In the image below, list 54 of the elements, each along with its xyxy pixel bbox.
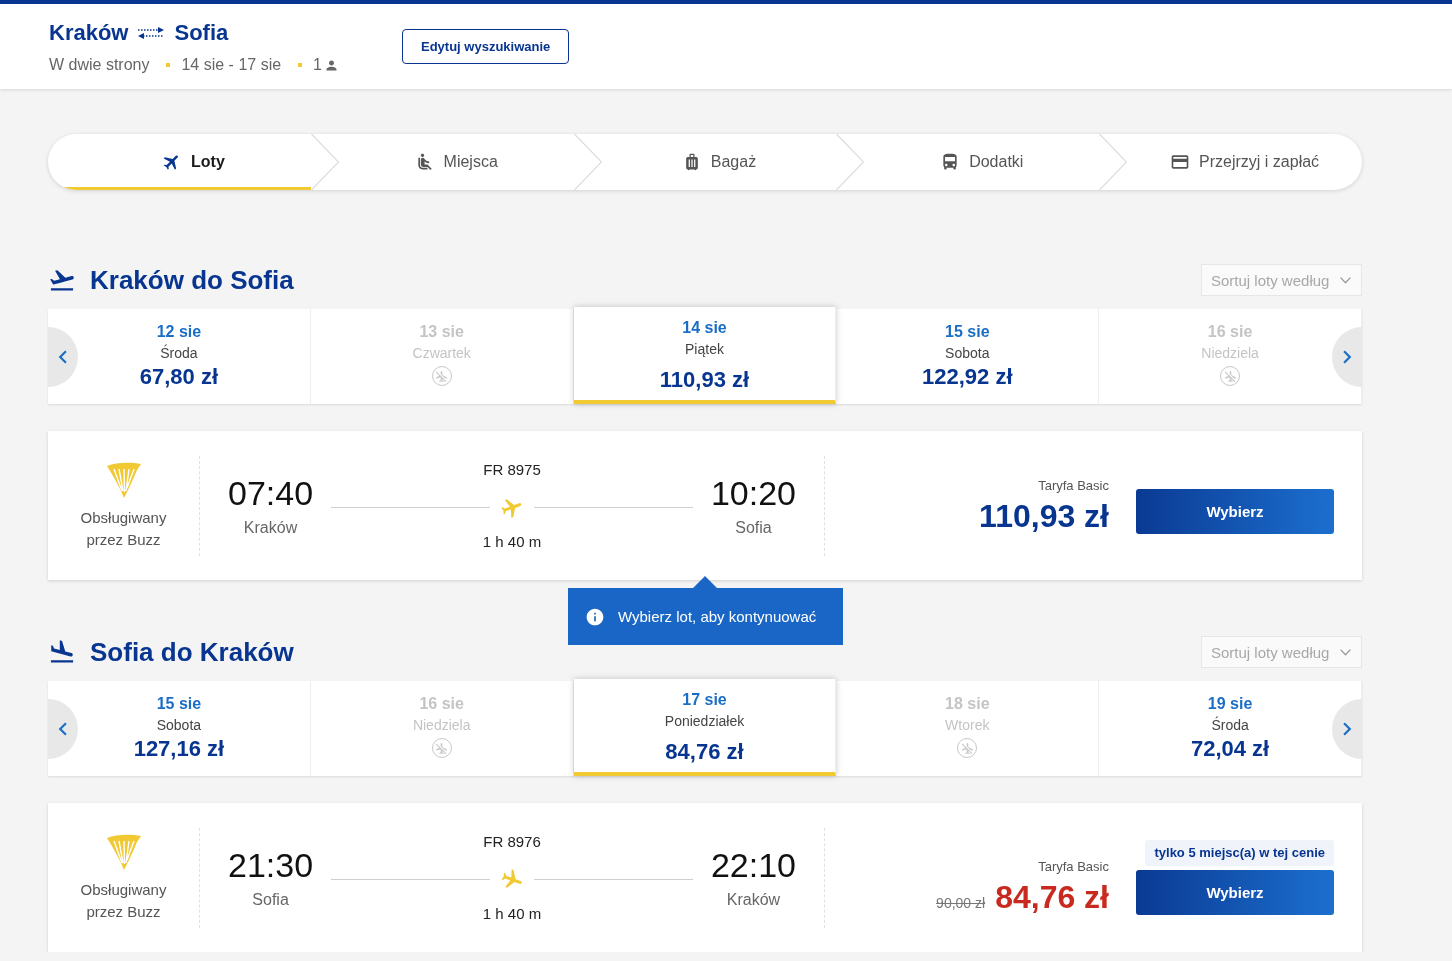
fare-label: Taryfa Basic <box>1038 859 1109 875</box>
round-trip-icon <box>137 26 166 40</box>
trip-type: W dwie strony <box>49 55 150 75</box>
chevron-divider <box>573 134 602 190</box>
flight-price: 84,76 zł <box>995 879 1109 915</box>
flight-number: FR 8975 <box>483 460 541 479</box>
flight-price: 110,93 zł <box>979 497 1109 534</box>
passenger-count: 1 <box>313 55 322 75</box>
fare-label: Taryfa Basic <box>1038 477 1109 494</box>
harp-logo <box>105 832 142 871</box>
chevron-down-icon <box>1340 648 1351 656</box>
destination-city: Sofia <box>174 20 229 46</box>
chevron-down-icon <box>1340 276 1351 284</box>
departure-city: Sofia <box>252 889 289 910</box>
operator-label: Obsługiwany przez Buzz <box>79 507 168 550</box>
plane-landing-icon <box>48 638 76 666</box>
date-tab[interactable]: 17 sie Poniedziałek 84,76 zł <box>573 679 837 776</box>
select-button[interactable]: Wybierz <box>1136 870 1334 915</box>
harp-logo <box>105 460 142 499</box>
step-tab[interactable]: Loty <box>48 134 311 190</box>
arrival-city: Sofia <box>735 517 772 538</box>
travel-dates: 14 sie - 17 sie <box>181 55 282 75</box>
departure-time: 07:40 <box>228 473 314 512</box>
arrival-time: 22:10 <box>710 845 796 884</box>
date-tab[interactable]: 12 sie Środa 67,80 zł <box>48 309 311 404</box>
chevron-divider <box>310 134 339 190</box>
chevron-divider <box>836 134 865 190</box>
old-price: 90,00 zł <box>936 895 986 911</box>
select-button[interactable]: Wybierz <box>1136 488 1334 534</box>
section-title: Sofia do Kraków <box>90 636 294 668</box>
step-tab[interactable]: Przejrzyj i zapłać <box>1099 134 1362 190</box>
departure-time: 21:30 <box>228 845 314 884</box>
departure-city: Kraków <box>243 517 298 538</box>
date-tab[interactable]: 15 sie Sobota 122,92 zł <box>836 309 1100 404</box>
tooltip: Wybierz lot, aby kontynuować <box>568 576 843 645</box>
card-icon <box>1170 152 1191 172</box>
step-tab[interactable]: Miejsca <box>310 134 574 190</box>
section-title: Kraków do Sofia <box>90 264 294 296</box>
arrival-city: Kraków <box>726 889 781 910</box>
info-icon <box>585 606 605 627</box>
date-tab[interactable]: 19 sie Środa 72,04 zł <box>1099 681 1362 776</box>
edit-search-button[interactable]: Edytuj wyszukiwanie <box>402 29 570 64</box>
chevron-divider <box>1099 134 1128 190</box>
date-tab[interactable]: 14 sie Piątek 110,93 zł <box>573 307 837 404</box>
flight-number: FR 8976 <box>483 832 541 851</box>
flight-duration: 1 h 40 m <box>482 904 542 923</box>
flight-duration: 1 h 40 m <box>482 532 542 551</box>
operator-label: Obsługiwany przez Buzz <box>79 879 168 922</box>
origin-city: Kraków <box>49 20 129 46</box>
date-tab[interactable]: 15 sie Sobota 127,16 zł <box>48 681 311 776</box>
step-tab[interactable]: Dodatki <box>836 134 1100 190</box>
step-tab[interactable]: Bagaż <box>573 134 837 190</box>
seats-left-badge: tylko 5 miejsc(a) w tej cenie <box>1145 840 1334 866</box>
arrival-time: 10:20 <box>710 473 796 512</box>
